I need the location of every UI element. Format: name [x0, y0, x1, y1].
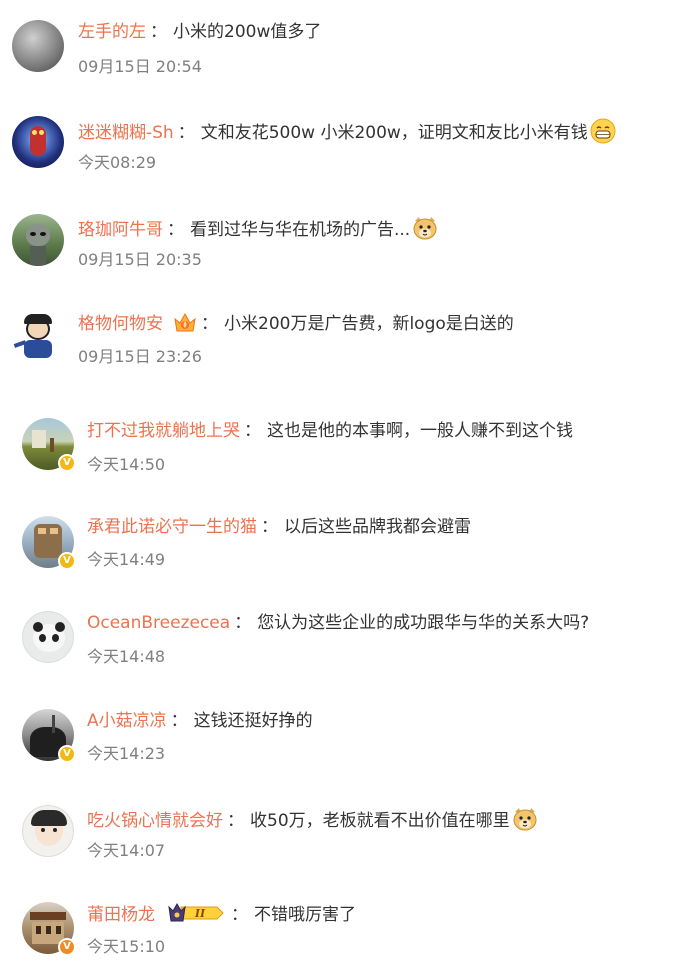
comment-text: 文和友花500w 小米200w，证明文和友比小米有钱	[200, 123, 588, 143]
separator: ：	[177, 123, 195, 143]
comment-text: 小米的200w值多了	[173, 22, 322, 42]
username[interactable]: 吃火锅心情就会好	[87, 811, 223, 831]
username[interactable]: 珞珈阿牛哥	[78, 220, 163, 240]
username[interactable]: A小菇凉凉	[87, 711, 167, 731]
avatar[interactable]	[12, 20, 64, 72]
separator: ：	[167, 220, 184, 240]
verified-badge-icon: V	[58, 454, 76, 472]
avatar[interactable]: V	[22, 516, 76, 570]
doge-emoji-icon	[412, 215, 438, 248]
username[interactable]: 莆田杨龙	[87, 905, 155, 925]
comment-time: 今天14:07	[87, 841, 166, 860]
comment-time: 今天14:49	[87, 550, 166, 569]
avatar[interactable]: V	[22, 902, 76, 956]
comment-text: 小米200万是广告费，新logo是白送的	[224, 314, 514, 334]
separator: ：	[261, 517, 278, 537]
comment-text: 这钱还挺好挣的	[193, 711, 313, 731]
comment-text: 收50万，老板就看不出价值在哪里	[250, 811, 510, 831]
comment-time: 今天14:50	[87, 455, 166, 474]
separator: ：	[244, 421, 261, 441]
verified-badge-icon: V	[58, 938, 76, 956]
username[interactable]: 承君此诺必守一生的猫	[87, 517, 257, 537]
avatar[interactable]: V	[22, 418, 76, 472]
crown-rank-badge-icon[interactable]: II	[167, 901, 227, 932]
comment-time: 09月15日 20:35	[78, 250, 202, 269]
member-flame-badge-icon[interactable]	[173, 311, 197, 340]
avatar[interactable]: V	[22, 709, 76, 763]
avatar[interactable]	[12, 116, 64, 168]
comment-time: 09月15日 23:26	[78, 347, 202, 366]
separator: ：	[234, 613, 252, 633]
avatar[interactable]	[12, 312, 64, 364]
avatar[interactable]	[22, 611, 74, 663]
comment-text: 看到过华与华在机场的广告...	[190, 220, 411, 240]
comment-list: 左手的左：小米的200w值多了 09月15日 20:54 迷迷糊糊-Sh：文和友…	[0, 0, 675, 970]
separator: ：	[231, 905, 248, 925]
comment-time: 今天08:29	[78, 153, 157, 172]
comment-time: 09月15日 20:54	[78, 57, 202, 76]
comment-text: 这也是他的本事啊，一般人赚不到这个钱	[267, 421, 573, 441]
comment-text: 您认为这些企业的成功跟华与华的关系大吗?	[257, 613, 590, 633]
grin-emoji-icon	[590, 118, 616, 151]
comment-time: 今天15:10	[87, 937, 166, 956]
comment-text: 不错哦厉害了	[254, 905, 356, 925]
separator: ：	[170, 711, 188, 731]
doge-emoji-icon	[512, 806, 538, 839]
username[interactable]: OceanBreezecea	[87, 613, 230, 633]
username[interactable]: 迷迷糊糊-Sh	[78, 123, 174, 143]
separator: ：	[150, 22, 167, 42]
separator: ：	[227, 811, 244, 831]
separator: ：	[201, 314, 218, 334]
avatar[interactable]	[12, 214, 64, 266]
comment-text: 以后这些品牌我都会避雷	[284, 517, 471, 537]
verified-badge-icon: V	[58, 745, 76, 763]
username[interactable]: 打不过我就躺地上哭	[87, 421, 240, 441]
avatar[interactable]	[22, 805, 74, 857]
verified-badge-icon: V	[58, 552, 76, 570]
rank-level-label: II	[194, 907, 206, 920]
username[interactable]: 左手的左	[78, 22, 146, 42]
username[interactable]: 格物何物安	[78, 314, 163, 334]
comment-time: 今天14:23	[87, 744, 166, 763]
comment-time: 今天14:48	[87, 647, 166, 666]
